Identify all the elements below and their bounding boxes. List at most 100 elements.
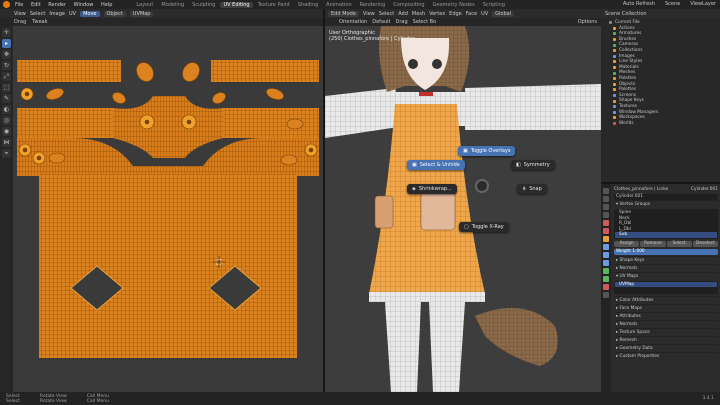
tool-tab-icon[interactable] bbox=[603, 188, 609, 194]
tab-modeling[interactable]: Modeling bbox=[158, 2, 187, 8]
properties-section[interactable]: ▸ Color Attributes bbox=[614, 295, 718, 304]
move-icon[interactable]: ✥ bbox=[2, 50, 11, 59]
weight-field[interactable]: Weight 1.000 bbox=[614, 249, 718, 255]
viewport-canvas[interactable]: User Orthographic (250) Clothes_pinnafor… bbox=[325, 26, 601, 392]
pie-shrinkwrap[interactable]: ◈ Shrinkwrap... bbox=[407, 184, 457, 194]
tab-texture-paint[interactable]: Texture Paint bbox=[255, 2, 293, 8]
uv-menu-view[interactable]: View bbox=[14, 11, 26, 17]
properties-section[interactable]: ▸ Attributes bbox=[614, 311, 718, 320]
uv-island[interactable] bbox=[17, 108, 113, 138]
uv-menu-select[interactable]: Select bbox=[30, 11, 45, 17]
tab-geometry-nodes[interactable]: Geometry Nodes bbox=[430, 2, 478, 8]
outliner[interactable]: Current File Actions Armatures Brushes Camer… bbox=[601, 18, 720, 182]
remove-button[interactable]: Remove bbox=[640, 240, 666, 247]
uv-island[interactable] bbox=[211, 60, 319, 82]
modifier-tab-icon[interactable] bbox=[603, 244, 609, 250]
vp-menu-uv[interactable]: UV bbox=[481, 11, 488, 17]
tab-rendering[interactable]: Rendering bbox=[357, 2, 389, 8]
properties-section[interactable]: ▸ Face Maps bbox=[614, 303, 718, 312]
tab-scripting[interactable]: Scripting bbox=[480, 2, 508, 8]
drag-label[interactable]: Drag bbox=[396, 19, 408, 25]
outliner-item[interactable]: Worlds bbox=[601, 121, 720, 127]
tab-layout[interactable]: Layout bbox=[133, 2, 156, 8]
properties-section[interactable]: ▸ Geometry Data bbox=[614, 343, 718, 352]
properties-section[interactable]: ▸ Custom Properties bbox=[614, 351, 718, 360]
scale-icon[interactable]: ⤢ bbox=[2, 72, 11, 81]
pie-toggle-xray[interactable]: ▢ Toggle X-Ray bbox=[459, 222, 509, 232]
orientation-value[interactable]: Default bbox=[372, 19, 390, 25]
tab-uv-editing[interactable]: UV Editing bbox=[220, 1, 253, 8]
view-layer-selector[interactable]: ViewLayer bbox=[690, 1, 716, 7]
vertex-groups-list[interactable]: Spine Neck R_Dbl L_Dbl Sub bbox=[614, 209, 718, 239]
texture-tab-icon[interactable] bbox=[603, 292, 609, 298]
mesh-data-tab-icon[interactable] bbox=[603, 276, 609, 282]
menu-edit[interactable]: Edit bbox=[31, 2, 41, 8]
deselect-button[interactable]: Deselect bbox=[692, 240, 718, 247]
uv-maps-list[interactable]: UVMap bbox=[614, 280, 718, 294]
assign-button[interactable]: Assign bbox=[614, 240, 640, 247]
scene-tab-icon[interactable] bbox=[603, 220, 609, 226]
transform-orientation-selector[interactable]: Global bbox=[492, 10, 515, 17]
transform-icon[interactable]: ⬚ bbox=[2, 83, 11, 92]
uv-tweak-label[interactable]: Tweak bbox=[32, 19, 47, 25]
pie-snap[interactable]: ⋔ Snap bbox=[517, 184, 547, 194]
vp-menu-view[interactable]: View bbox=[363, 11, 375, 17]
blender-logo-icon[interactable] bbox=[3, 1, 10, 8]
vp-menu-vertex[interactable]: Vertex bbox=[429, 11, 445, 17]
vp-menu-edge[interactable]: Edge bbox=[449, 11, 462, 17]
scene-selector[interactable]: Scene bbox=[665, 1, 680, 7]
uv-menu-uv[interactable]: UV bbox=[69, 11, 76, 17]
output-tab-icon[interactable] bbox=[603, 204, 609, 210]
normals-section[interactable]: ▸ Normals bbox=[614, 263, 718, 272]
uv-object-button[interactable]: Object bbox=[103, 10, 126, 17]
vertex-groups-section[interactable]: ▾ Vertex Groups bbox=[614, 200, 718, 208]
vp-menu-select[interactable]: Select bbox=[379, 11, 394, 17]
pie-toggle-overlays[interactable]: ▣ Toggle Overlays bbox=[458, 146, 516, 156]
pinch-icon[interactable]: ◉ bbox=[2, 127, 11, 136]
pie-symmetry[interactable]: ◧ Symmetry bbox=[511, 160, 555, 170]
menu-window[interactable]: Window bbox=[74, 2, 94, 8]
uv-canvas[interactable] bbox=[13, 26, 323, 392]
tab-sculpting[interactable]: Sculpting bbox=[189, 2, 218, 8]
render-tab-icon[interactable] bbox=[603, 196, 609, 202]
orientation-label[interactable]: Orientation bbox=[339, 19, 367, 25]
mode-selector[interactable]: Edit Mode bbox=[328, 10, 359, 17]
auto-refresh-toggle[interactable]: Auto Refresh bbox=[623, 1, 655, 7]
rip-icon[interactable]: ⋈ bbox=[2, 138, 11, 147]
uv-island[interactable] bbox=[113, 96, 223, 158]
menu-render[interactable]: Render bbox=[48, 2, 66, 8]
particles-tab-icon[interactable] bbox=[603, 252, 609, 258]
uv-move-button[interactable]: Move bbox=[80, 10, 100, 17]
pie-select-unhide[interactable]: ▣ Select & Unhide bbox=[407, 160, 465, 170]
options-dropdown[interactable]: Options bbox=[578, 19, 597, 25]
rotate-icon[interactable]: ↻ bbox=[2, 61, 11, 70]
vp-menu-face[interactable]: Face bbox=[466, 11, 477, 17]
uv-island[interactable] bbox=[17, 60, 121, 82]
constraints-tab-icon[interactable] bbox=[603, 268, 609, 274]
relax-icon[interactable]: ◎ bbox=[2, 116, 11, 125]
sample-icon[interactable]: ⌖ bbox=[2, 149, 11, 158]
world-tab-icon[interactable] bbox=[603, 228, 609, 234]
uv-island[interactable] bbox=[39, 174, 297, 358]
tab-compositing[interactable]: Compositing bbox=[390, 2, 427, 8]
properties-section[interactable]: ▸ Texture Space bbox=[614, 327, 718, 336]
vertex-group-item[interactable]: Sub bbox=[615, 232, 717, 238]
shape-keys-section[interactable]: ▸ Shape Keys bbox=[614, 255, 718, 264]
select-icon[interactable]: ▸ bbox=[2, 39, 11, 48]
properties-section[interactable]: ▸ Remesh bbox=[614, 335, 718, 344]
grab-icon[interactable]: ◐ bbox=[2, 105, 11, 114]
uv-menu-image[interactable]: Image bbox=[49, 11, 65, 17]
annotate-icon[interactable]: ✎ bbox=[2, 94, 11, 103]
menu-help[interactable]: Help bbox=[101, 2, 112, 8]
vp-menu-mesh[interactable]: Mesh bbox=[412, 11, 425, 17]
select-box-label[interactable]: Select Bo bbox=[413, 19, 437, 25]
physics-tab-icon[interactable] bbox=[603, 260, 609, 266]
properties-section[interactable]: ▸ Normals bbox=[614, 319, 718, 328]
tab-shading[interactable]: Shading bbox=[295, 2, 321, 8]
view-layer-tab-icon[interactable] bbox=[603, 212, 609, 218]
uv-maps-section[interactable]: ▾ UV Maps bbox=[614, 271, 718, 280]
uv-map-selector[interactable]: UVMap bbox=[129, 10, 154, 17]
mesh-datablock-field[interactable]: Cylinder.001 bbox=[614, 193, 718, 200]
select-button[interactable]: Select bbox=[666, 240, 692, 247]
material-tab-icon[interactable] bbox=[603, 284, 609, 290]
